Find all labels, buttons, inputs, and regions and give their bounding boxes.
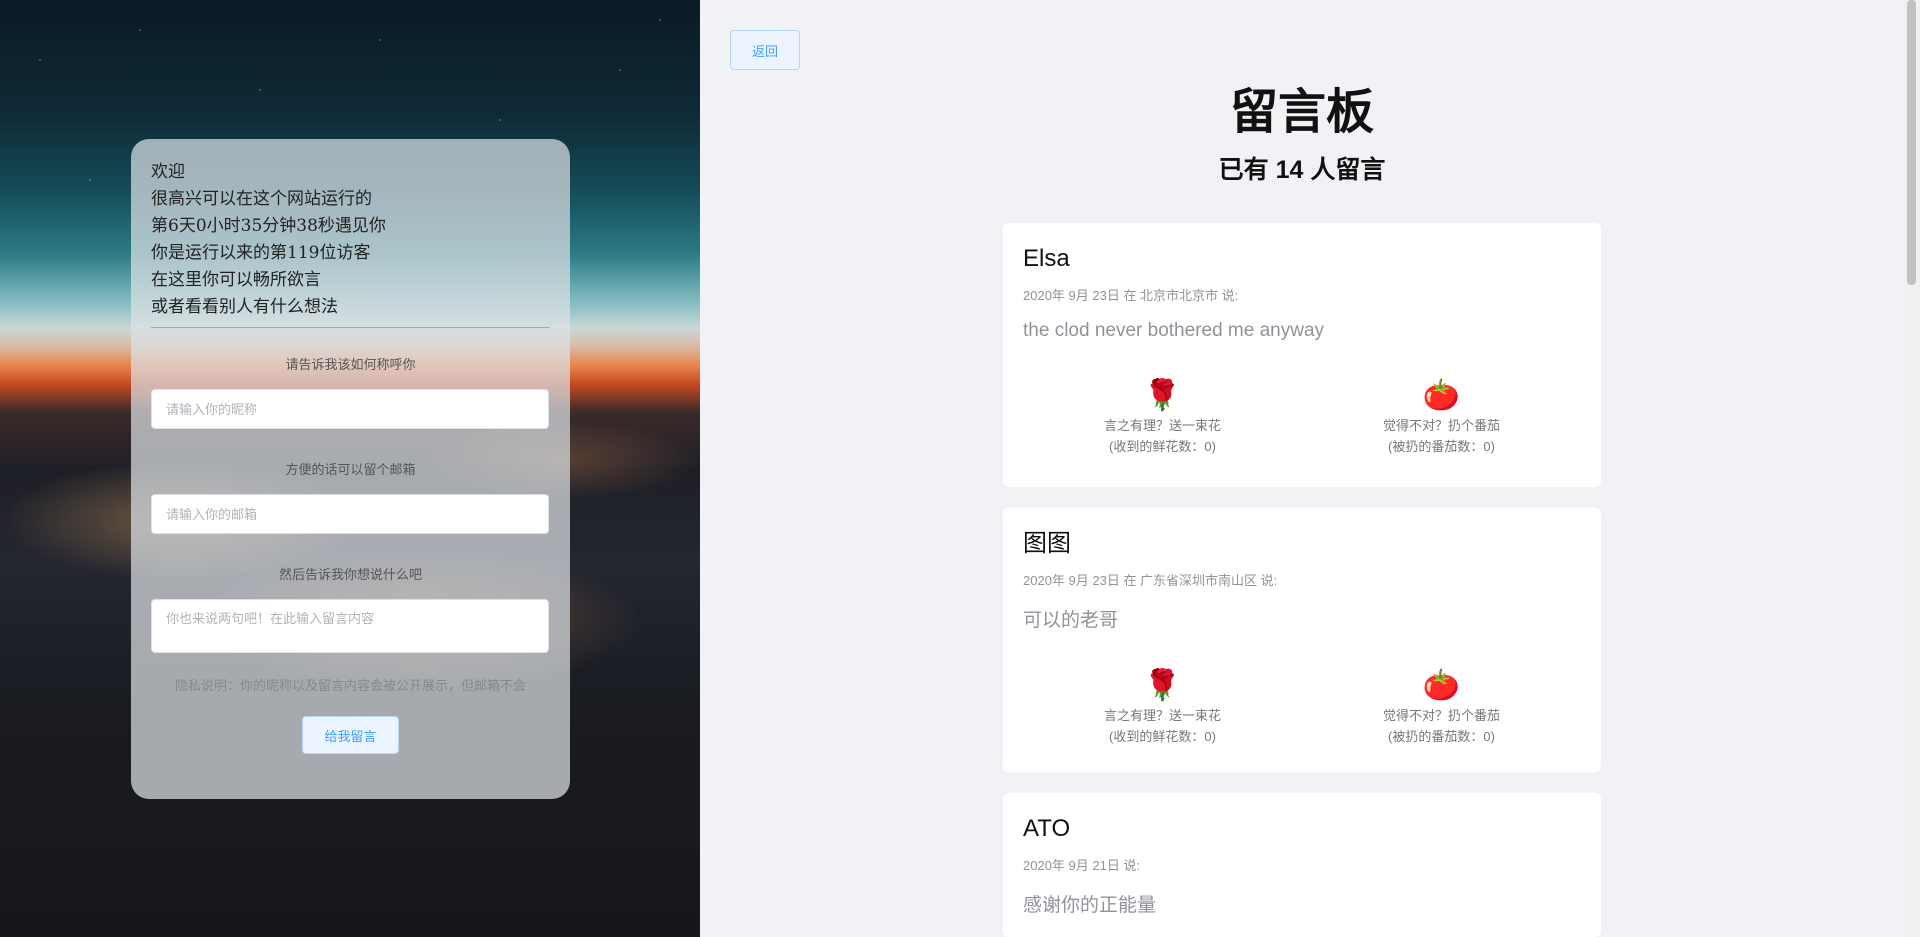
welcome-line: 在这里你可以畅所欲言 (151, 270, 321, 290)
message-textarea[interactable] (151, 599, 549, 653)
flower-count: (收到的鲜花数：0) (1109, 439, 1216, 454)
tomato-count: (被扔的番茄数：0) (1388, 729, 1495, 744)
scrollbar-thumb[interactable] (1907, 0, 1916, 285)
send-flower-action[interactable]: 🌹 言之有理？送一束花 (收到的鲜花数：0) (1023, 378, 1302, 456)
page-title: 留言板 (1229, 86, 1374, 139)
flower-label: 言之有理？送一束花 (1103, 708, 1221, 723)
message-label: 然后告诉我你想说什么吧 (278, 567, 422, 582)
background-panel: 欢迎 很高兴可以在这个网站运行的 第6天0小时35分钟38秒遇见你 你是运行以来… (0, 0, 700, 937)
email-label: 方便的话可以留个邮箱 (285, 462, 416, 477)
submit-message-button[interactable]: 给我留言 (302, 716, 399, 754)
welcome-line: 第6天0小时35分钟38秒遇见你 (151, 216, 386, 236)
tomato-label: 觉得不对？扔个番茄 (1382, 708, 1500, 723)
tomato-label: 觉得不对？扔个番茄 (1382, 418, 1500, 433)
back-button[interactable]: 返回 (730, 30, 800, 70)
flower-icon[interactable]: 🌹 (1023, 668, 1302, 704)
page-scrollbar[interactable] (1903, 0, 1920, 937)
message-meta: 2020年 9月 23日 在 广东省深圳市南山区 说: (1023, 573, 1278, 588)
tomato-count: (被扔的番茄数：0) (1388, 439, 1495, 454)
message-actions: 🌹 言之有理？送一束花 (收到的鲜花数：0) 🍅 觉得不对？扔个番茄 (被扔的番… (1023, 378, 1581, 456)
throw-tomato-action[interactable]: 🍅 觉得不对？扔个番茄 (被扔的番茄数：0) (1302, 668, 1581, 746)
flower-icon[interactable]: 🌹 (1023, 378, 1302, 414)
message-card: 图图 2020年 9月 23日 在 广东省深圳市南山区 说: 可以的老哥 🌹 言… (1003, 508, 1601, 772)
send-flower-action[interactable]: 🌹 言之有理？送一束花 (收到的鲜花数：0) (1023, 668, 1302, 746)
welcome-line: 欢迎 (151, 162, 185, 182)
message-content: the clod never bothered me anyway (1023, 320, 1325, 341)
welcome-line: 很高兴可以在这个网站运行的 (151, 189, 372, 209)
author-name: Elsa (1023, 245, 1070, 272)
message-content: 可以的老哥 (1023, 610, 1119, 631)
author-name: 图图 (1023, 530, 1071, 557)
divider (151, 327, 550, 328)
message-card: Elsa 2020年 9月 23日 在 北京市北京市 说: the clod n… (1003, 223, 1601, 487)
tomato-icon[interactable]: 🍅 (1302, 378, 1581, 414)
message-meta: 2020年 9月 21日 说: (1023, 858, 1141, 873)
throw-tomato-action[interactable]: 🍅 觉得不对？扔个番茄 (被扔的番茄数：0) (1302, 378, 1581, 456)
nickname-input[interactable] (151, 389, 549, 429)
author-name: ATO (1023, 815, 1071, 842)
message-count: 已有 14 人留言 (1218, 156, 1386, 184)
message-meta: 2020年 9月 23日 在 北京市北京市 说: (1023, 288, 1239, 303)
message-content: 感谢你的正能量 (1023, 895, 1157, 916)
message-actions: 🌹 言之有理？送一束花 (收到的鲜花数：0) 🍅 觉得不对？扔个番茄 (被扔的番… (1023, 668, 1581, 746)
welcome-line: 或者看看别人有什么想法 (151, 297, 338, 317)
welcome-text: 欢迎 很高兴可以在这个网站运行的 第6天0小时35分钟38秒遇见你 你是运行以来… (151, 159, 550, 321)
tomato-icon[interactable]: 🍅 (1302, 668, 1581, 704)
flower-label: 言之有理？送一束花 (1103, 418, 1221, 433)
email-input[interactable] (151, 494, 549, 534)
message-form-card: 欢迎 很高兴可以在这个网站运行的 第6天0小时35分钟38秒遇见你 你是运行以来… (131, 139, 570, 799)
flower-count: (收到的鲜花数：0) (1109, 729, 1216, 744)
privacy-note: 隐私说明：你的昵称以及留言内容会被公开展示，但邮箱不会 (174, 678, 526, 693)
nickname-label: 请告诉我该如何称呼你 (285, 357, 416, 372)
welcome-line: 你是运行以来的第119位访客 (151, 243, 371, 263)
message-card: ATO 2020年 9月 21日 说: 感谢你的正能量 (1003, 793, 1601, 937)
